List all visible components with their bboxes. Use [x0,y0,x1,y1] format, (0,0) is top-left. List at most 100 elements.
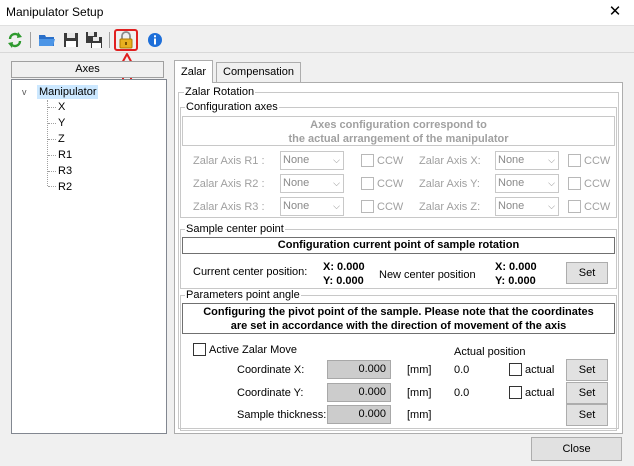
coordinate-y-actual-checkbox[interactable] [509,386,522,399]
r2-ccw-label: CCW [377,178,404,190]
current-center-label: Current center position: [193,266,308,278]
zalar-axis-r1-select[interactable]: None ⌵ [280,151,344,170]
zalar-axis-r1-label: Zalar Axis R1 : [193,155,265,167]
r2-ccw-checkbox[interactable] [361,177,374,190]
chevron-down-icon: ⌵ [333,178,340,188]
chevron-down-icon: ⌵ [333,155,340,165]
parameters-heading-line2: are set in accordance with the direction… [230,320,567,332]
zalar-tab-panel: Zalar Rotation Configuration axes Axes c… [174,82,623,434]
zalar-axis-r3-select[interactable]: None ⌵ [280,197,344,216]
chevron-down-icon: ⌵ [548,155,555,165]
tree-line [48,171,56,172]
r3-ccw-checkbox[interactable] [361,200,374,213]
tree-line [48,123,56,124]
zalar-axis-z-label: Zalar Axis Z: [419,201,481,213]
new-center-label: New center position [379,269,476,281]
configuration-axes-heading: Axes configuration correspond to the act… [182,116,615,146]
active-zalar-move-label: Active Zalar Move [209,344,298,356]
parameters-label: Parameters point angle [185,289,301,301]
z-ccw-checkbox[interactable] [568,200,581,213]
zalar-axis-z-value: None [498,200,525,212]
coordinate-y-label: Coordinate Y: [237,387,304,399]
tree-item-r3[interactable]: R3 [58,164,72,178]
tree-root-manipulator[interactable]: Manipulator [37,85,99,99]
y-ccw-checkbox[interactable] [568,177,581,190]
zalar-axis-x-value: None [498,154,525,166]
tree-line [48,186,56,187]
refresh-icon[interactable] [5,30,25,50]
actual-position-label: Actual position [454,346,526,358]
set-sample-thickness-button[interactable]: Set [566,404,608,426]
coordinate-y-unit: [mm] [407,387,432,399]
coordinate-x-label: Coordinate X: [237,364,305,376]
zalar-axis-x-select[interactable]: None ⌵ [495,151,559,170]
zalar-rotation-label: Zalar Rotation [184,86,256,98]
zalar-axis-r2-value: None [283,177,310,189]
z-ccw-label: CCW [584,201,611,213]
set-center-button[interactable]: Set [566,262,608,284]
x-ccw-checkbox[interactable] [568,154,581,167]
expander-chevron-icon[interactable]: v [22,85,27,99]
new-center-y: Y: 0.000 [495,275,536,287]
active-zalar-move-checkbox[interactable] [193,343,206,356]
tree-item-r2[interactable]: R2 [58,180,72,194]
tree-item-y[interactable]: Y [58,116,65,130]
zalar-axis-z-select[interactable]: None ⌵ [495,197,559,216]
tree-item-r1[interactable]: R1 [58,148,72,162]
chevron-down-icon: ⌵ [333,201,340,211]
configuration-axes-heading-line1: Axes configuration correspond to [310,119,487,131]
coordinate-x-actual-value: 0.0 [454,364,470,376]
r1-ccw-checkbox[interactable] [361,154,374,167]
chevron-down-icon: ⌵ [548,201,555,211]
save-as-icon[interactable] [84,30,104,50]
zalar-axis-r3-label: Zalar Axis R3 : [193,201,265,213]
toolbar-separator [109,32,110,48]
parameters-heading-line1: Configuring the pivot point of the sampl… [203,306,594,318]
tree-line [48,107,56,108]
coordinate-x-input[interactable]: 0.000 [327,360,391,379]
tree-item-z[interactable]: Z [58,132,65,146]
chevron-down-icon: ⌵ [548,178,555,188]
zalar-axis-y-select[interactable]: None ⌵ [495,174,559,193]
tab-zalar[interactable]: Zalar [174,60,214,83]
annotation-highlight-box [114,29,138,51]
info-icon[interactable] [145,30,165,50]
zalar-axis-y-value: None [498,177,525,189]
r1-ccw-label: CCW [377,155,404,167]
tree-line [48,155,56,156]
sample-thickness-label: Sample thickness: [237,409,327,421]
zalar-axis-r1-value: None [283,154,310,166]
zalar-axis-y-label: Zalar Axis Y: [419,178,480,190]
coordinate-x-unit: [mm] [407,364,432,376]
tree-item-x[interactable]: X [58,100,65,114]
configuration-axes-label: Configuration axes [185,101,279,113]
configuration-axes-heading-line2: the actual arrangement of the manipulato… [288,133,509,145]
close-button[interactable]: Close [531,437,622,461]
sample-thickness-input[interactable]: 0.000 [327,405,391,424]
close-window-button[interactable]: ✕ [606,2,624,22]
coordinate-x-actual-checkbox[interactable] [509,363,522,376]
y-ccw-label: CCW [584,178,611,190]
set-coordinate-y-button[interactable]: Set [566,382,608,404]
current-center-x: X: 0.000 [323,261,365,273]
tab-compensation[interactable]: Compensation [216,62,301,82]
tree-line [48,139,56,140]
x-ccw-label: CCW [584,155,611,167]
zalar-axis-r2-select[interactable]: None ⌵ [280,174,344,193]
zalar-axis-x-label: Zalar Axis X: [419,155,481,167]
zalar-axis-r2-label: Zalar Axis R2 : [193,178,265,190]
axes-tree[interactable]: v Manipulator X Y Z R1 R3 R2 [11,79,167,434]
coordinate-y-actual-value: 0.0 [454,387,470,399]
parameters-heading: Configuring the pivot point of the sampl… [182,303,615,334]
save-icon[interactable] [61,30,81,50]
set-coordinate-x-button[interactable]: Set [566,359,608,381]
current-center-y: Y: 0.000 [323,275,364,287]
open-folder-icon[interactable] [37,30,57,50]
axes-header[interactable]: Axes [11,61,164,78]
sample-thickness-unit: [mm] [407,409,432,421]
toolbar-separator [30,32,31,48]
coordinate-x-actual-label: actual [525,364,555,376]
coordinate-y-input[interactable]: 0.000 [327,383,391,402]
tree-line [47,100,48,186]
toolbar [0,27,634,53]
